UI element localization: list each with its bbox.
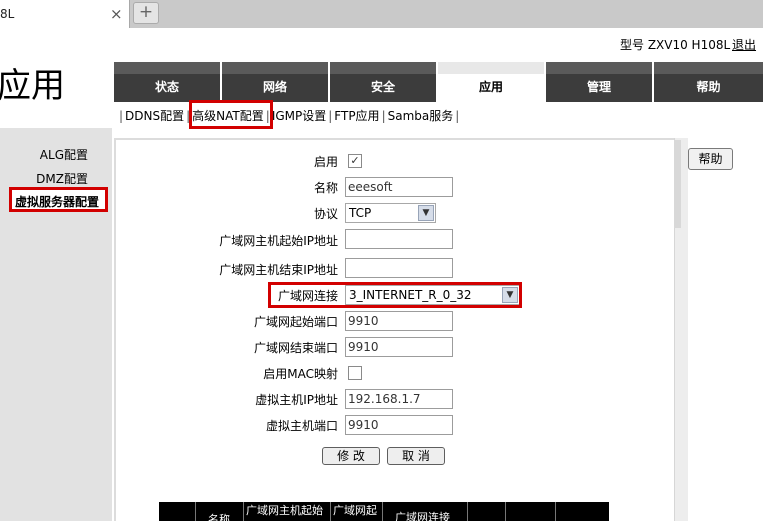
virtual-host-ip-input[interactable]: 192.168.1.7 xyxy=(345,389,453,409)
tab-status[interactable]: 状态 xyxy=(114,62,220,102)
table-header-cell xyxy=(556,502,609,521)
sub-nav: | DDNS配置 | 高级NAT配置 | IGMP设置 | FTP应用 | Samba服务 | xyxy=(118,107,460,124)
subnav-item-ddns[interactable]: DDNS配置 xyxy=(125,109,184,123)
close-tab-icon[interactable]: × xyxy=(110,5,123,23)
enable-label: 启用 xyxy=(313,155,338,169)
subnav-item-igmp[interactable]: IGMP设置 xyxy=(272,109,326,123)
browser-tab-strip: 8L × + xyxy=(0,0,763,28)
enable-checkbox[interactable]: ✓ xyxy=(348,154,362,168)
subnav-highlight-box xyxy=(189,100,273,129)
main-nav: 状态 网络 安全 应用 管理 帮助 xyxy=(114,62,763,102)
wan-start-port-label: 广域网起始端口 xyxy=(253,315,338,329)
table-header-cell xyxy=(159,502,196,521)
table-header-cell xyxy=(468,502,506,521)
subnav-separator: | xyxy=(328,109,333,123)
scrollbar-thumb[interactable] xyxy=(674,140,681,228)
cancel-button[interactable]: 取 消 xyxy=(387,447,445,465)
help-button[interactable]: 帮助 xyxy=(688,148,733,170)
subnav-separator: | xyxy=(455,109,460,123)
new-tab-button[interactable]: + xyxy=(133,2,159,24)
table-header-wan-start-host: 广域网主机起始 xyxy=(244,502,331,521)
chevron-down-icon: ▼ xyxy=(418,205,434,221)
sidebar-item-virtual-server[interactable]: 虚拟服务器配置 xyxy=(9,187,108,212)
name-input[interactable]: eeesoft xyxy=(345,177,453,197)
tab-management[interactable]: 管理 xyxy=(546,62,652,102)
protocol-label: 协议 xyxy=(313,207,338,221)
logout-link[interactable]: 退出 xyxy=(732,36,756,53)
virtual-server-table-header: 名称 广域网主机起始 广域网起 广域网连接 xyxy=(159,502,609,521)
wan-end-ip-label: 广域网主机结束IP地址 xyxy=(219,263,338,277)
subnav-separator: | xyxy=(119,109,124,123)
sidebar-item-alg[interactable]: ALG配置 xyxy=(40,146,88,163)
sidebar: ALG配置 DMZ配置 虚拟服务器配置 xyxy=(0,128,112,521)
wan-connection-highlight-box xyxy=(268,282,522,308)
mac-mapping-label: 启用MAC映射 xyxy=(263,367,338,381)
virtual-host-port-input[interactable]: 9910 xyxy=(345,415,453,435)
table-header-wan-connection: 广域网连接 xyxy=(383,502,468,521)
table-header-wan-start: 广域网起 xyxy=(331,502,383,521)
wan-start-port-input[interactable]: 9910 xyxy=(345,311,453,331)
subnav-separator: | xyxy=(381,109,386,123)
sidebar-item-dmz[interactable]: DMZ配置 xyxy=(36,170,88,187)
wan-end-port-input[interactable]: 9910 xyxy=(345,337,453,357)
wan-start-ip-input[interactable] xyxy=(345,229,453,249)
modify-button[interactable]: 修 改 xyxy=(322,447,380,465)
page-title: 应用 xyxy=(0,66,65,106)
table-header-name: 名称 xyxy=(196,502,244,521)
name-label: 名称 xyxy=(313,181,338,195)
mac-mapping-checkbox[interactable] xyxy=(348,366,362,380)
tab-help[interactable]: 帮助 xyxy=(654,62,763,102)
tab-application[interactable]: 应用 xyxy=(438,62,544,102)
protocol-select-value: TCP xyxy=(349,206,372,220)
browser-tab-title: 8L xyxy=(0,7,15,21)
tab-security[interactable]: 安全 xyxy=(330,62,436,102)
subnav-item-samba[interactable]: Samba服务 xyxy=(388,109,454,123)
table-header-cell xyxy=(506,502,556,521)
virtual-host-port-label: 虚拟主机端口 xyxy=(265,419,338,433)
wan-end-port-label: 广域网结束端口 xyxy=(253,341,338,355)
subnav-item-ftp[interactable]: FTP应用 xyxy=(334,109,379,123)
browser-tab[interactable]: 8L × xyxy=(0,0,130,28)
device-model: 型号 ZXV10 H108L xyxy=(620,38,731,52)
virtual-host-ip-label: 虚拟主机IP地址 xyxy=(255,393,338,407)
wan-start-ip-label: 广域网主机起始IP地址 xyxy=(219,234,338,248)
wan-end-ip-input[interactable] xyxy=(345,258,453,278)
tab-network[interactable]: 网络 xyxy=(222,62,328,102)
protocol-select[interactable]: TCP ▼ xyxy=(345,203,436,223)
